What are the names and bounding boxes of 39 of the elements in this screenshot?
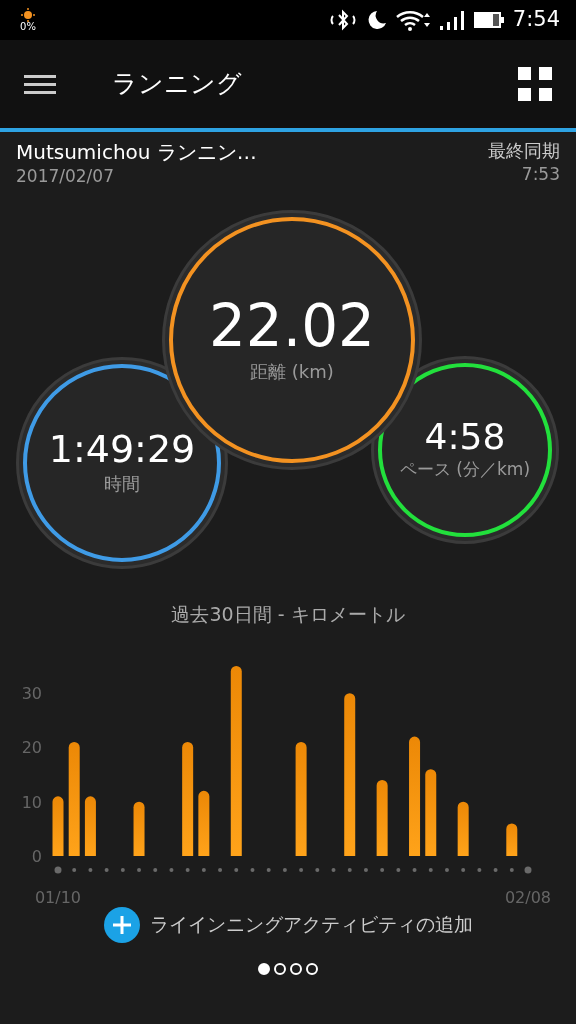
metric-value: 1:49:29 bbox=[48, 428, 196, 471]
y-axis-label: 30 bbox=[21, 683, 42, 703]
metric-label: 時間 bbox=[104, 472, 140, 497]
signal-icon bbox=[438, 9, 465, 31]
y-axis-label: 10 bbox=[21, 792, 42, 812]
x-axis-label: 01/10 bbox=[34, 887, 82, 907]
bar bbox=[133, 801, 145, 856]
chart-title: 過去30日間 - キロメートル bbox=[171, 603, 405, 625]
add-activity-button[interactable]: ライインニングアクティビティの追加 bbox=[103, 906, 473, 943]
bar bbox=[52, 795, 64, 856]
last-sync-label: 最終同期 bbox=[488, 140, 560, 162]
brightness-icon bbox=[21, 8, 35, 22]
metric-label: ペース (分／km) bbox=[399, 458, 531, 482]
page-indicator-dot[interactable] bbox=[306, 962, 318, 975]
activity-date: 2017/02/07 bbox=[16, 165, 115, 188]
page-indicator-dot[interactable] bbox=[258, 962, 270, 975]
battery-icon bbox=[472, 10, 505, 30]
device-name: Mutsumichou ランニン… bbox=[16, 140, 257, 164]
wifi-icon bbox=[394, 9, 431, 31]
y-axis-label: 0 bbox=[31, 846, 42, 866]
bar bbox=[198, 790, 210, 856]
menu-button[interactable] bbox=[24, 72, 56, 96]
bar bbox=[506, 822, 518, 856]
plus-icon bbox=[103, 906, 140, 943]
bluetooth-icon bbox=[328, 9, 357, 31]
bar bbox=[84, 795, 96, 856]
brightness-level: 0% bbox=[20, 22, 36, 32]
bar bbox=[457, 801, 469, 856]
page-title: ランニング bbox=[112, 68, 242, 101]
x-axis-label: 02/08 bbox=[504, 887, 552, 907]
metric-label: 距離 (km) bbox=[250, 360, 334, 385]
page-indicator-dot[interactable] bbox=[290, 962, 302, 975]
metric-value: 22.02 bbox=[208, 294, 375, 359]
clock-time: 7:54 bbox=[512, 6, 560, 34]
page-indicator-dot[interactable] bbox=[274, 962, 286, 975]
y-axis-label: 20 bbox=[21, 737, 42, 757]
last-sync-time: 7:53 bbox=[521, 162, 560, 186]
metric-value: 4:58 bbox=[424, 417, 506, 458]
grid-view-button[interactable] bbox=[518, 67, 552, 101]
